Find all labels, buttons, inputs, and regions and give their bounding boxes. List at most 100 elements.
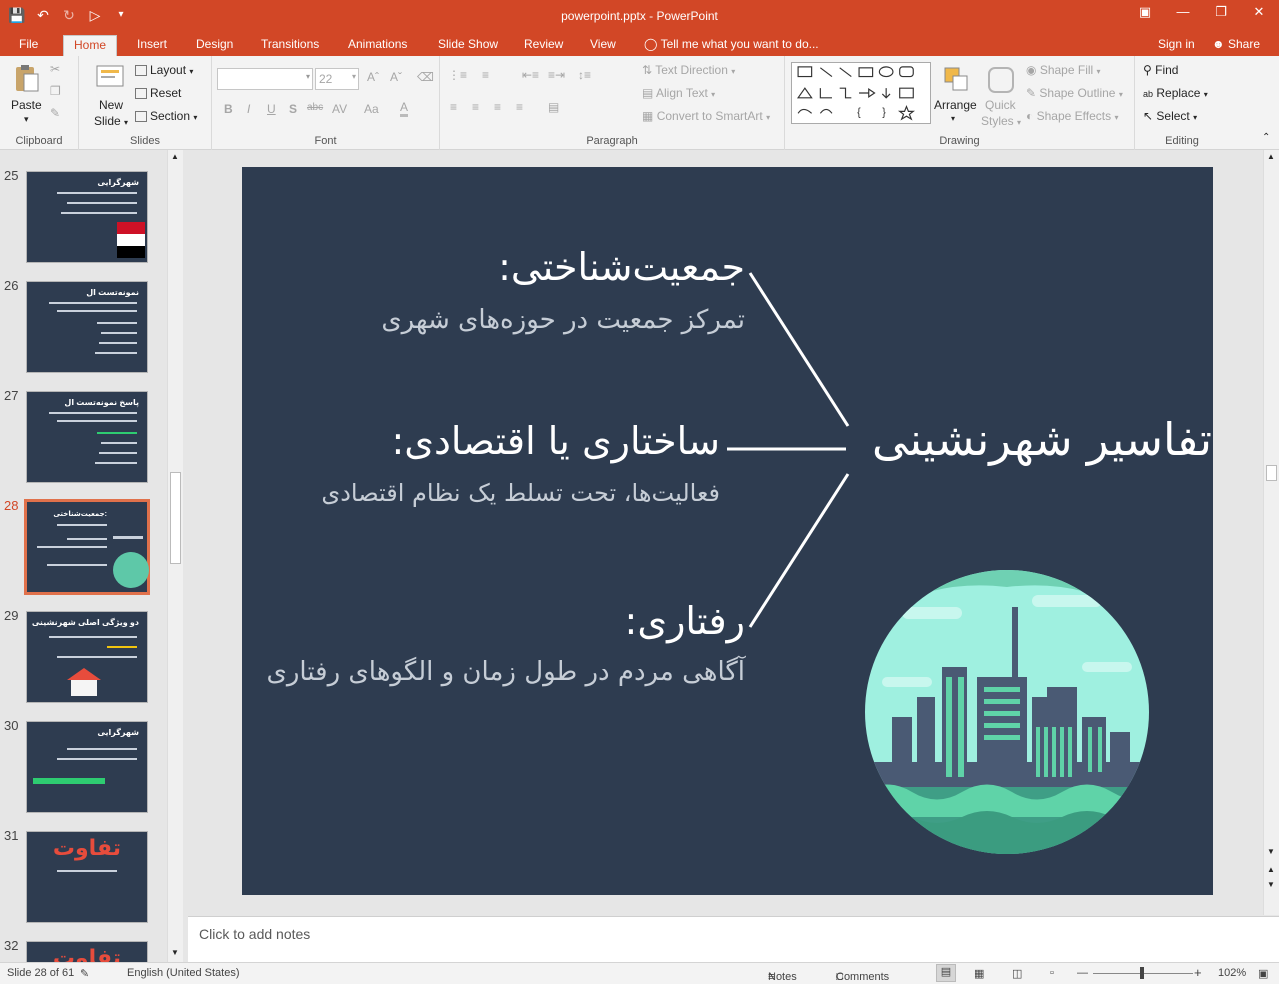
align-right-icon[interactable]: ≡ [494, 100, 501, 114]
heading-demographic[interactable]: جمعیت‌شناختی: [498, 245, 745, 289]
thumbnails-scrollbar[interactable]: ▲ ▼ [167, 150, 183, 962]
arrange-button[interactable]: Arrange [934, 98, 977, 112]
subtext-behavioral[interactable]: آگاهی مردم در طول زمان و الگوهای رفتاری [267, 657, 746, 687]
increase-font-size-icon[interactable]: Aˆ [367, 70, 379, 84]
justify-icon[interactable]: ≡ [516, 100, 523, 114]
tab-view[interactable]: View [580, 35, 626, 56]
clear-formatting-icon[interactable]: ⌫ [417, 70, 434, 84]
convert-smartart-button[interactable]: ▦ Convert to SmartArt ▾ [642, 109, 770, 123]
new-slide-label-1[interactable]: New [99, 98, 123, 112]
section-button[interactable]: Section ▾ [135, 109, 197, 123]
align-center-icon[interactable]: ≡ [472, 100, 479, 114]
slide-scrollbar[interactable]: ▲ ▼ ▲ ▼ [1263, 150, 1279, 915]
shape-fill-button[interactable]: ◉ Shape Fill ▾ [1026, 63, 1101, 77]
scroll-down-icon[interactable]: ▼ [1267, 847, 1275, 856]
slide-sorter-icon[interactable]: ▦ [974, 967, 984, 980]
character-spacing-icon[interactable]: AV [332, 102, 347, 116]
thumbnail-slide-28[interactable]: جمعیت‌شناختی: [24, 499, 150, 595]
font-name-combo[interactable]: ▾ [217, 68, 313, 90]
line-spacing-icon[interactable]: ↕≡ [578, 68, 591, 82]
scroll-down-icon[interactable]: ▼ [171, 948, 179, 957]
heading-behavioral[interactable]: رفتاری: [625, 599, 745, 643]
thumbnail-slide-31[interactable]: تفاوت [26, 831, 148, 923]
close-icon[interactable]: ✕ [1247, 4, 1271, 20]
subtext-structural[interactable]: فعالیت‌ها، تحت تسلط یک نظام اقتصادی [321, 479, 720, 507]
notes-pane[interactable]: Click to add notes [188, 916, 1279, 962]
tab-file[interactable]: File [9, 35, 48, 56]
quick-styles-label-1[interactable]: Quick [985, 98, 1016, 112]
notes-placeholder[interactable]: Click to add notes [199, 926, 310, 942]
fit-to-window-icon[interactable]: ▣ [1258, 967, 1268, 980]
new-slide-icon[interactable] [95, 60, 127, 92]
shadow-icon[interactable]: S [289, 102, 297, 116]
subtext-demographic[interactable]: تمرکز جمعیت در حوزه‌های شهری [381, 305, 745, 335]
scroll-thumb[interactable] [170, 472, 181, 564]
ribbon-display-options-icon[interactable]: ▣ [1133, 4, 1157, 20]
text-direction-button[interactable]: ⇅ Text Direction ▾ [642, 63, 735, 77]
change-case-icon[interactable]: Aa [364, 102, 379, 116]
zoom-out-icon[interactable]: — [1077, 967, 1088, 979]
decrease-font-size-icon[interactable]: Aˇ [390, 70, 402, 84]
bold-icon[interactable]: B [224, 102, 233, 116]
italic-icon[interactable]: I [247, 102, 250, 116]
paste-button[interactable]: Paste [11, 98, 42, 112]
format-painter-icon[interactable]: ✎ [50, 106, 60, 120]
tab-review[interactable]: Review [514, 35, 573, 56]
tell-me-search[interactable]: ◯ Tell me what you want to do... [644, 35, 819, 54]
scroll-up-icon[interactable]: ▲ [1267, 152, 1275, 161]
minimize-icon[interactable]: — [1171, 4, 1195, 20]
align-text-button[interactable]: ▤ Align Text ▾ [642, 86, 715, 100]
language-indicator[interactable]: English (United States) [127, 967, 240, 979]
normal-view-icon[interactable]: ▤ [936, 964, 956, 982]
new-slide-button[interactable]: Slide ▾ [94, 114, 128, 128]
scroll-up-icon[interactable]: ▲ [171, 152, 179, 161]
thumbnail-slide-27[interactable]: پاسخ نمونه‌تست ال [26, 391, 148, 483]
collapse-ribbon-icon[interactable]: ⌃ [1262, 132, 1270, 143]
cut-icon[interactable]: ✂ [50, 62, 60, 76]
thumbnail-slide-30[interactable]: شهرگرایی [26, 721, 148, 813]
increase-indent-icon[interactable]: ≡⇥ [548, 68, 565, 82]
tab-animations[interactable]: Animations [338, 35, 417, 56]
tab-transitions[interactable]: Transitions [251, 35, 329, 56]
heading-structural[interactable]: ساختاری یا اقتصادی: [391, 419, 720, 463]
tab-insert[interactable]: Insert [127, 35, 177, 56]
current-slide[interactable]: تفاسیر شهرنشینی جمعیت‌شناختی: تمرکز جمعی… [242, 167, 1213, 895]
underline-icon[interactable]: U [267, 102, 276, 116]
previous-slide-icon[interactable]: ▲ [1267, 865, 1275, 874]
slide-center-title[interactable]: تفاسیر شهرنشینی [872, 413, 1212, 466]
find-button[interactable]: ⚲ Find [1143, 63, 1178, 77]
thumbnail-slide-29[interactable]: دو ویژگی اصلی شهرنشینی [26, 611, 148, 703]
font-size-combo[interactable]: 22 ▾ [315, 68, 359, 90]
decrease-indent-icon[interactable]: ⇤≡ [522, 68, 539, 82]
align-left-icon[interactable]: ≡ [450, 100, 457, 114]
strikethrough-icon[interactable]: abc [307, 102, 323, 113]
columns-icon[interactable]: ▤ [548, 100, 559, 114]
numbering-icon[interactable]: ≡ [482, 68, 489, 82]
shapes-gallery[interactable]: { } [791, 62, 931, 124]
shape-effects-button[interactable]: ◐ Shape Effects ▾ [1026, 109, 1118, 123]
spelling-icon[interactable]: ✎ [80, 967, 89, 980]
zoom-in-icon[interactable]: + [1194, 965, 1202, 980]
reading-view-icon[interactable]: ◫ [1012, 967, 1022, 980]
paste-icon[interactable] [10, 62, 42, 94]
arrange-icon[interactable] [941, 64, 973, 96]
replace-button[interactable]: ab Replace ▾ [1143, 86, 1208, 100]
thumbnail-slide-26[interactable]: نمونه‌تست ال [26, 281, 148, 373]
font-color-icon[interactable]: A [400, 100, 409, 117]
city-illustration[interactable] [862, 567, 1152, 857]
zoom-level[interactable]: 102% [1218, 967, 1246, 979]
share-button[interactable]: ☻ Share [1212, 35, 1260, 54]
tab-design[interactable]: Design [186, 35, 243, 56]
tab-slide-show[interactable]: Slide Show [428, 35, 508, 56]
thumbnail-slide-32[interactable]: تفاوت [26, 941, 148, 962]
reset-button[interactable]: Reset [135, 86, 181, 100]
thumbnail-slide-25[interactable]: شهرگرایی [26, 171, 148, 263]
select-button[interactable]: ↖ Select ▾ [1143, 109, 1197, 123]
tab-home[interactable]: Home [63, 35, 118, 56]
slideshow-icon[interactable]: ▫ [1050, 967, 1054, 979]
sign-in-link[interactable]: Sign in [1158, 35, 1195, 54]
next-slide-icon[interactable]: ▼ [1267, 880, 1275, 889]
quick-styles-icon[interactable] [985, 64, 1017, 96]
quick-styles-button[interactable]: Styles ▾ [981, 114, 1021, 128]
bullets-icon[interactable]: ⋮≡ [448, 68, 467, 82]
